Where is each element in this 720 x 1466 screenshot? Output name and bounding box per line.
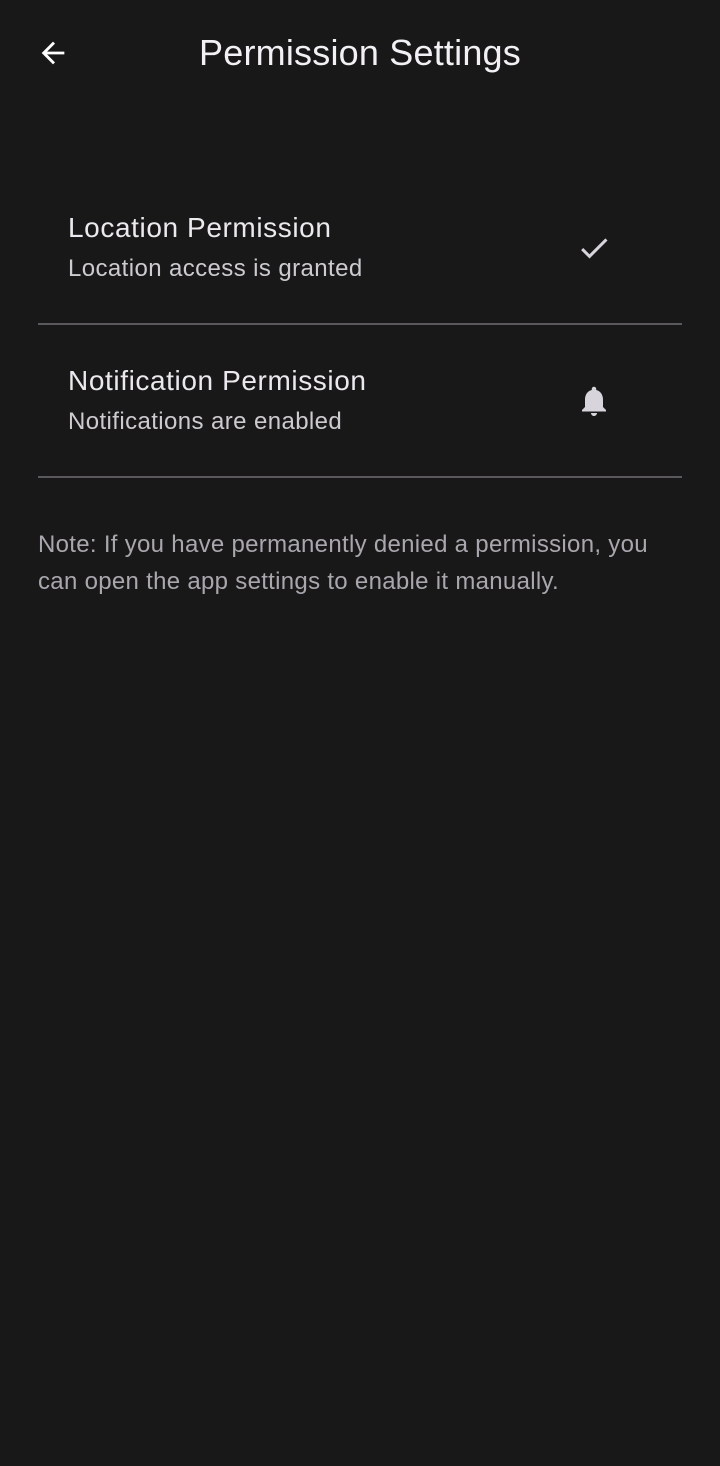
permission-status: Notifications are enabled [68, 408, 343, 435]
page-title: Permission Settings [199, 32, 521, 73]
app-bar: Permission Settings [0, 0, 720, 108]
permission-title: Notification Permission [68, 365, 367, 396]
permission-title: Location Permission [68, 212, 332, 243]
permission-item-notification[interactable]: Notification Permission Notifications ar… [38, 325, 682, 478]
permission-status: Location access is granted [68, 255, 363, 282]
check-icon [576, 230, 612, 266]
bell-icon [576, 383, 612, 419]
permission-list: Location Permission Location access is g… [38, 170, 682, 478]
permission-item-location[interactable]: Location Permission Location access is g… [38, 170, 682, 325]
permission-note: Note: If you have permanently denied a p… [38, 531, 648, 595]
